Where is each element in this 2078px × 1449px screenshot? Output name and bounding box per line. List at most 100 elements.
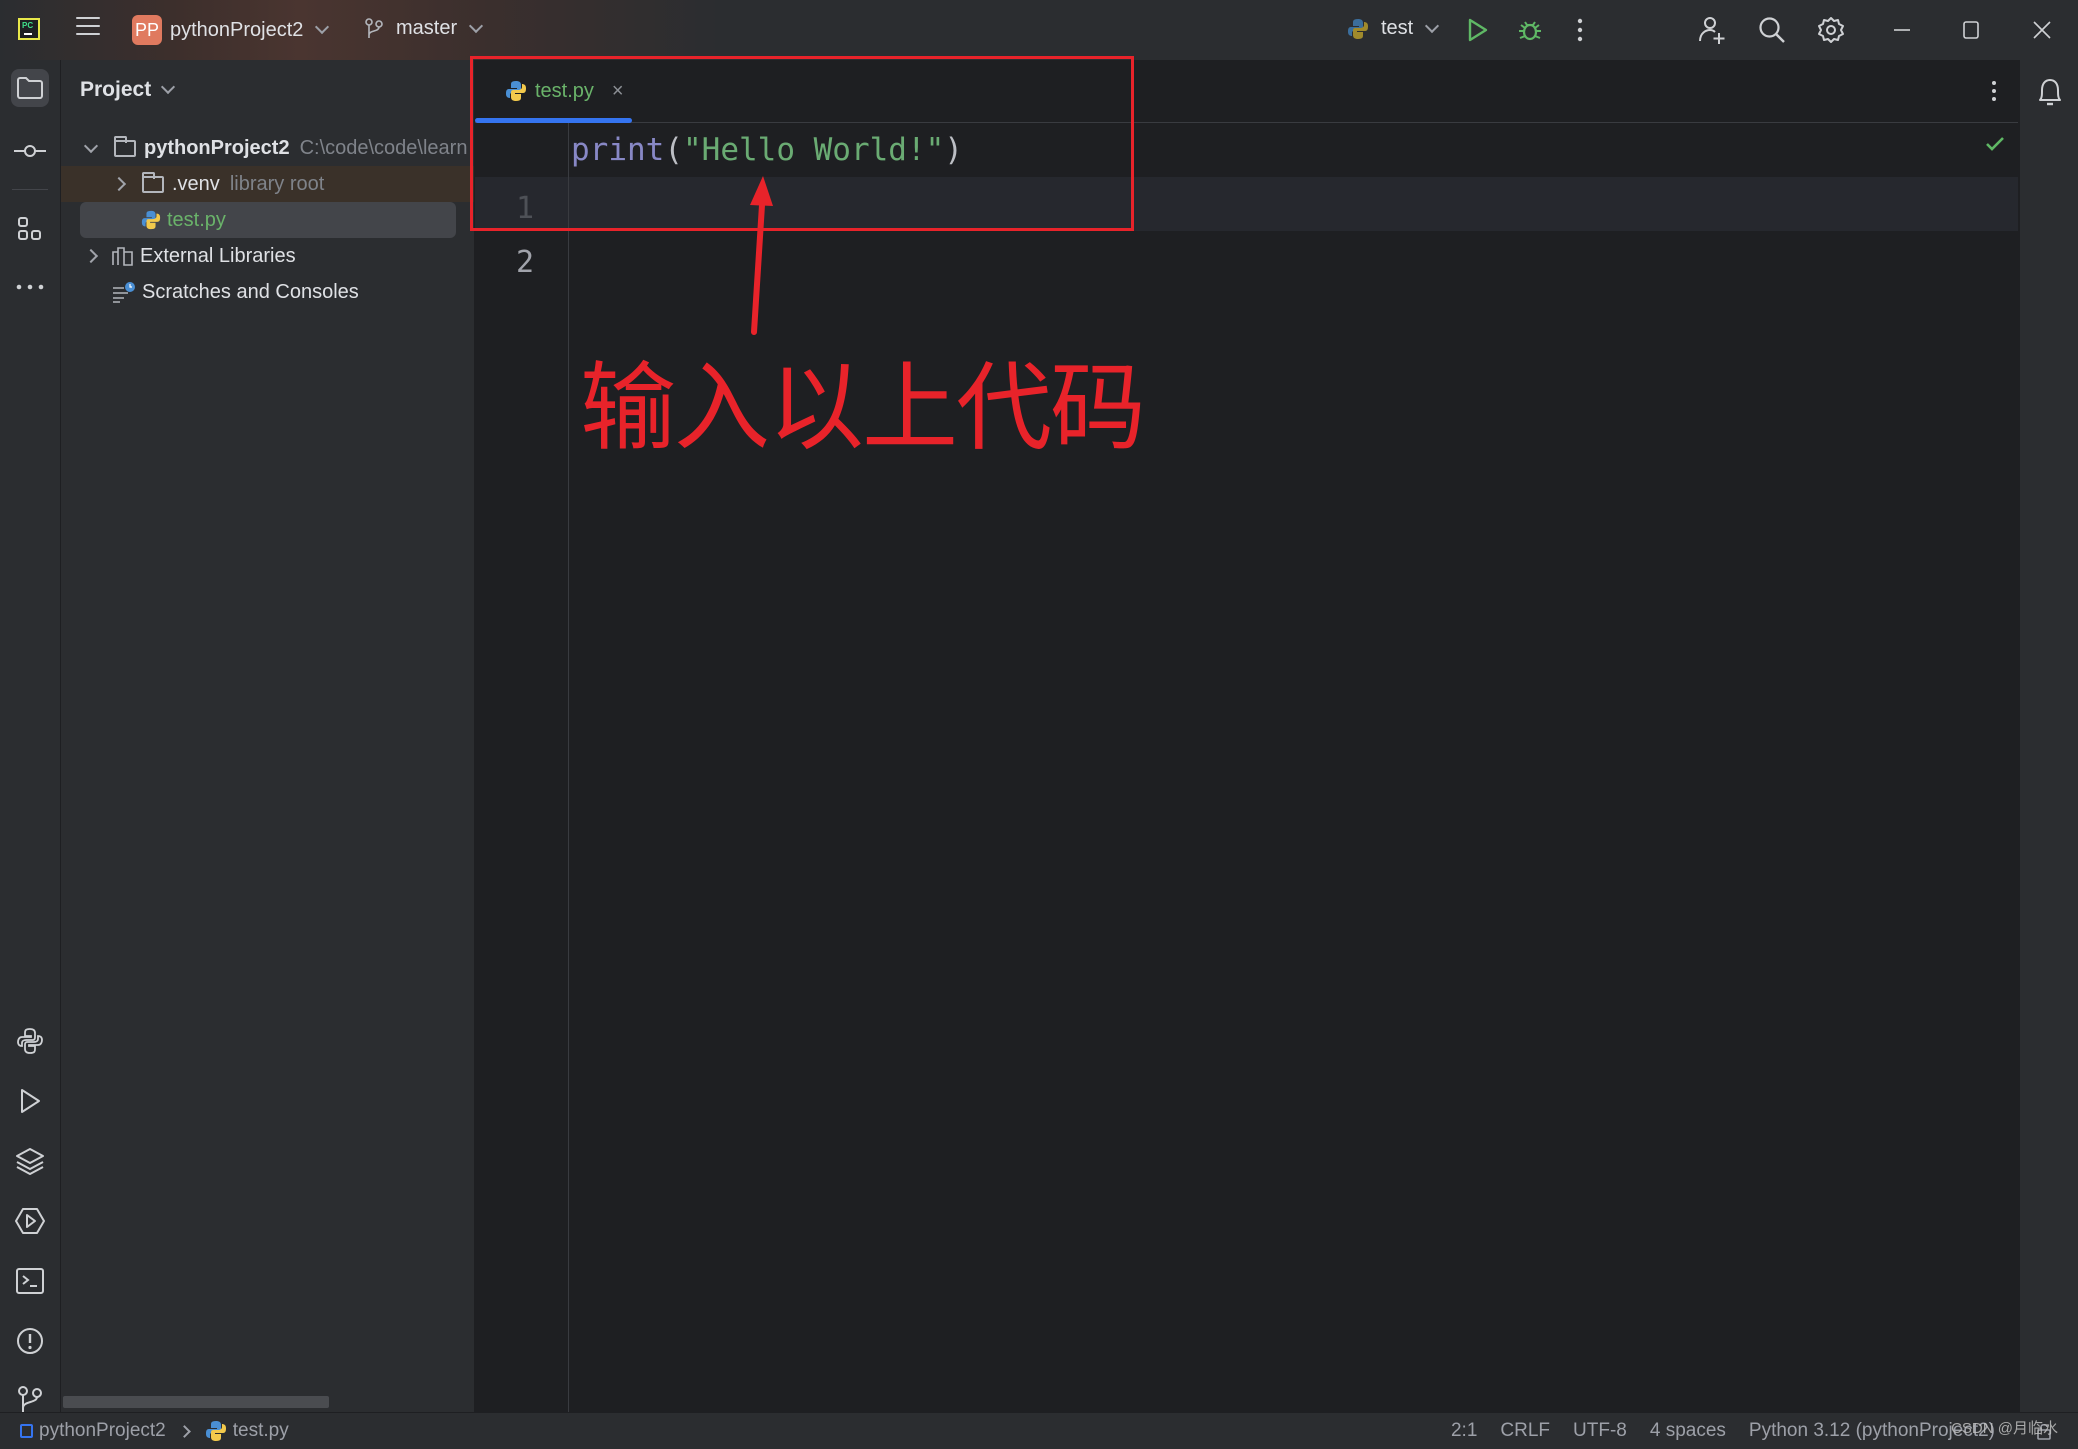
more-vertical-icon (1577, 18, 1583, 42)
inspection-status-button[interactable] (1983, 132, 2007, 156)
caret-position[interactable]: 2:1 (1451, 1420, 1477, 1442)
tree-item-label: External Libraries (140, 244, 296, 267)
code-line-2[interactable] (571, 177, 2011, 231)
tool-more[interactable] (11, 268, 49, 306)
branch-icon (365, 17, 383, 38)
chevron-right-icon[interactable] (111, 176, 127, 192)
breadcrumb: pythonProject2 test.py (20, 1420, 289, 1442)
tree-item-path: C:\code\code\learn (299, 136, 468, 159)
line-separator[interactable]: CRLF (1500, 1420, 1550, 1442)
tree-item-scratches[interactable]: Scratches and Consoles (61, 274, 474, 310)
editor-tabs-menu-button[interactable] (1986, 78, 2002, 104)
tool-project[interactable] (11, 69, 49, 107)
left-tool-strip (0, 60, 61, 1415)
tool-commit[interactable] (11, 132, 49, 170)
project-switcher[interactable]: PP pythonProject2 (132, 15, 330, 45)
tool-python-console[interactable] (11, 1022, 49, 1060)
chevron-down-icon (1425, 18, 1440, 33)
indent-setting[interactable]: 4 spaces (1650, 1420, 1726, 1442)
horizontal-scrollbar[interactable] (63, 1396, 329, 1408)
tool-terminal[interactable] (11, 1262, 49, 1300)
main-menu-button[interactable] (76, 17, 100, 40)
add-user-icon (1699, 17, 1725, 44)
code-with-me-button[interactable] (1697, 14, 1727, 46)
branch-switcher[interactable]: master (364, 17, 484, 40)
editor-tab-bar: test.py × (475, 60, 2018, 123)
tree-item-label: Scratches and Consoles (142, 280, 359, 303)
folder-icon (142, 171, 164, 193)
tree-item-label: pythonProject2 (144, 136, 290, 159)
breadcrumb-project[interactable]: pythonProject2 (39, 1420, 166, 1442)
library-icon (112, 247, 133, 266)
chevron-right-icon (177, 1424, 191, 1438)
chevron-down-icon (469, 18, 484, 33)
minimize-icon (1894, 29, 1910, 31)
chevron-down-icon[interactable] (83, 138, 99, 153)
annotation-label: 输入以上代码 (580, 352, 1146, 464)
problems-icon (17, 1328, 43, 1354)
file-encoding[interactable]: UTF-8 (1573, 1420, 1627, 1442)
settings-icon (1818, 17, 1844, 43)
tree-item-label: .venv (172, 172, 220, 195)
tab-close-icon[interactable]: × (612, 80, 624, 103)
run-button[interactable] (1464, 16, 1492, 44)
tool-python-packages[interactable] (11, 1142, 49, 1180)
tree-item-label: test.py (167, 208, 226, 231)
tool-problems[interactable] (11, 1322, 49, 1360)
python-file-icon (506, 81, 526, 101)
code-token-string: "Hello World!" (683, 132, 945, 168)
maximize-icon (1963, 21, 1979, 39)
minimize-button[interactable] (1888, 16, 1916, 44)
status-bar: pythonProject2 test.py 2:1 CRLF UTF-8 4 … (0, 1412, 2078, 1449)
bell-icon (2039, 79, 2061, 106)
services-icon (15, 1208, 45, 1234)
commit-icon (14, 145, 46, 157)
run-icon (21, 1089, 40, 1113)
python-console-icon (17, 1028, 43, 1054)
close-window-button[interactable] (2028, 16, 2056, 44)
run-config-name: test (1381, 17, 1414, 39)
run-config-selector[interactable]: test (1347, 17, 1440, 40)
project-folder-icon (17, 77, 43, 99)
chevron-down-icon (315, 19, 330, 35)
tree-item-project-root[interactable]: pythonProject2 C:\code\code\learn (61, 130, 474, 166)
tool-services[interactable] (11, 1202, 49, 1240)
notifications-button[interactable] (2034, 76, 2066, 108)
search-button[interactable] (1757, 15, 1787, 45)
chevron-right-icon[interactable] (83, 248, 99, 264)
right-tool-strip (2019, 60, 2078, 1412)
breadcrumb-file[interactable]: test.py (233, 1420, 289, 1442)
editor-area: test.py × 1 2 print("Hello World!") (475, 60, 2018, 1412)
debug-icon (1519, 21, 1541, 41)
project-panel-header[interactable]: Project (80, 78, 176, 102)
title-bar: PC PP pythonProject2 master test (0, 0, 2078, 60)
code-line-1[interactable]: print("Hello World!") (571, 123, 963, 177)
project-badge: PP (132, 15, 162, 45)
terminal-icon (16, 1268, 44, 1294)
folder-icon (114, 135, 136, 157)
project-name: pythonProject2 (170, 18, 304, 41)
tab-test-py[interactable]: test.py × (493, 60, 636, 122)
line-number: 2 (515, 245, 535, 280)
maximize-button[interactable] (1957, 16, 1985, 44)
code-token-function: print (571, 132, 665, 168)
more-horizontal-icon (16, 284, 44, 290)
chevron-down-icon (161, 79, 176, 95)
status-widgets: 2:1 CRLF UTF-8 4 spaces Python 3.12 (pyt… (1451, 1413, 2018, 1449)
strip-divider (12, 189, 48, 190)
line-number: 1 (515, 191, 535, 226)
tree-item-test-py[interactable]: test.py (80, 202, 456, 238)
more-actions-button[interactable] (1570, 16, 1590, 44)
tool-structure[interactable] (11, 210, 49, 248)
python-file-icon (205, 1421, 226, 1441)
code-token-paren: ( (664, 132, 683, 168)
run-icon (1468, 18, 1488, 42)
structure-icon (18, 217, 41, 240)
line-number-gutter: 1 2 (475, 123, 569, 1412)
tool-run[interactable] (11, 1082, 49, 1120)
tree-item-venv[interactable]: .venv library root (61, 166, 474, 202)
panel-title: Project (80, 78, 152, 101)
settings-button[interactable] (1816, 15, 1846, 45)
debug-button[interactable] (1516, 16, 1544, 44)
tree-item-external-libraries[interactable]: External Libraries (61, 238, 474, 274)
